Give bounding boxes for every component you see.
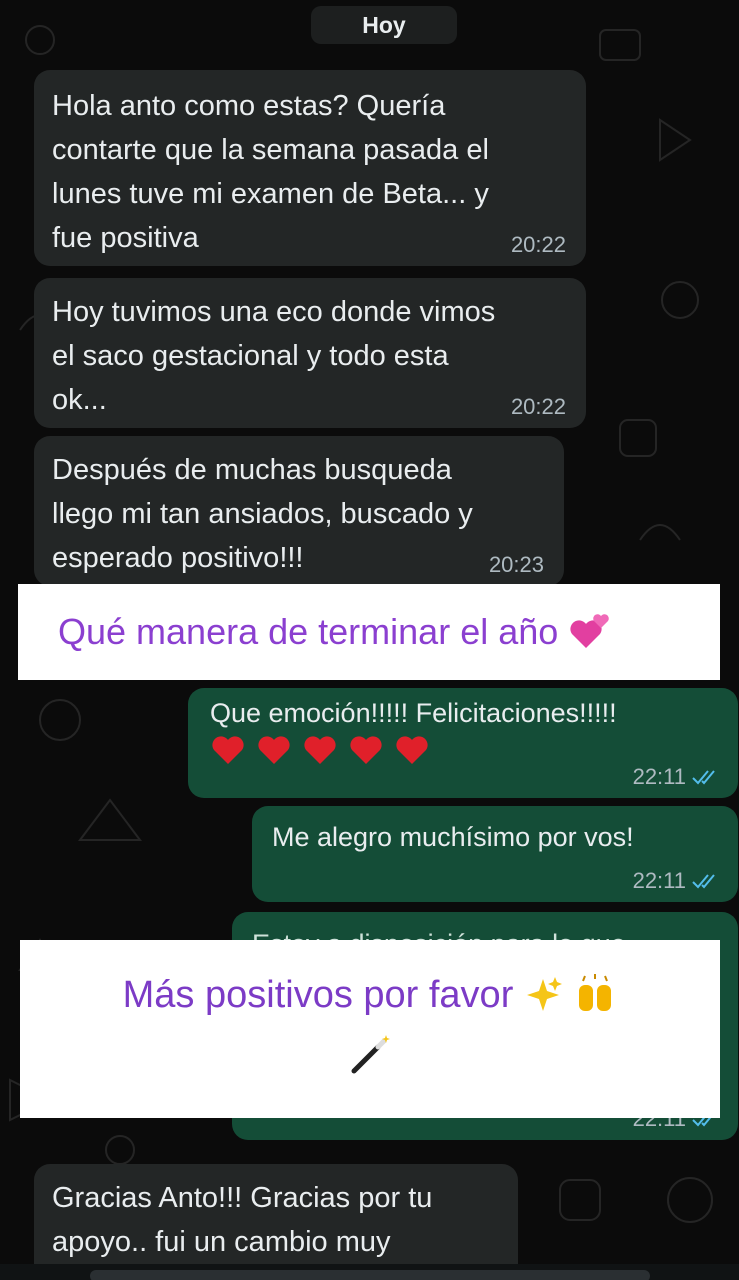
message-text: Me alegro muchísimo por vos! bbox=[272, 822, 634, 852]
sparkles-icon bbox=[527, 977, 563, 1011]
double-check-icon bbox=[692, 770, 715, 785]
message-text: Después de muchas busqueda llego mi tan … bbox=[52, 454, 473, 574]
red-heart-icon bbox=[212, 736, 244, 764]
red-heart-icon bbox=[396, 736, 428, 764]
message-incoming[interactable]: Hoy tuvimos una eco donde vimos el saco … bbox=[34, 278, 586, 428]
message-time: 20:22 bbox=[510, 232, 566, 257]
caption-text: Qué manera de terminar el año bbox=[58, 611, 559, 652]
sticker-caption: Qué manera de terminar el año bbox=[18, 584, 720, 680]
message-meta: 22:11 bbox=[633, 764, 718, 790]
two-hearts-icon bbox=[570, 614, 610, 648]
message-outgoing[interactable]: Me alegro muchísimo por vos! 22:11 bbox=[252, 806, 738, 902]
hearts-row bbox=[210, 734, 720, 766]
red-heart-icon bbox=[304, 736, 336, 764]
message-input-pill[interactable] bbox=[90, 1270, 650, 1280]
message-outgoing[interactable]: Que emoción!!!!! Felicitaciones!!!!! 22:… bbox=[188, 688, 738, 798]
message-incoming[interactable]: Después de muchas busqueda llego mi tan … bbox=[34, 436, 564, 586]
message-text: Hoy tuvimos una eco donde vimos el saco … bbox=[52, 296, 496, 416]
red-heart-icon bbox=[258, 736, 290, 764]
message-time: 22:11 bbox=[632, 764, 686, 789]
raised-hands-icon bbox=[579, 974, 612, 1011]
sticker-caption: Más positivos por favor bbox=[20, 940, 720, 1118]
date-chip: Hoy bbox=[311, 6, 457, 44]
message-text: Que emoción!!!!! Felicitaciones!!!!! bbox=[210, 698, 617, 728]
magic-wand-icon bbox=[351, 1035, 390, 1074]
chat-area[interactable]: Hoy Hola anto como estas? Quería contart… bbox=[0, 0, 739, 1280]
input-bar-edge bbox=[0, 1264, 739, 1280]
message-time: 20:23 bbox=[488, 552, 544, 577]
message-time: 22:11 bbox=[632, 868, 686, 893]
double-check-icon bbox=[692, 874, 715, 889]
message-text: Gracias Anto!!! Gracias por tu apoyo.. f… bbox=[52, 1182, 433, 1258]
message-incoming[interactable]: Hola anto como estas? Quería contarte qu… bbox=[34, 70, 586, 266]
caption-text: Más positivos por favor bbox=[122, 973, 514, 1016]
message-incoming[interactable]: Gracias Anto!!! Gracias por tu apoyo.. f… bbox=[34, 1164, 518, 1280]
red-heart-icon bbox=[350, 736, 382, 764]
message-time: 20:22 bbox=[510, 394, 566, 419]
message-meta: 22:11 bbox=[633, 868, 718, 894]
message-text: Hola anto como estas? Quería contarte qu… bbox=[52, 90, 489, 254]
